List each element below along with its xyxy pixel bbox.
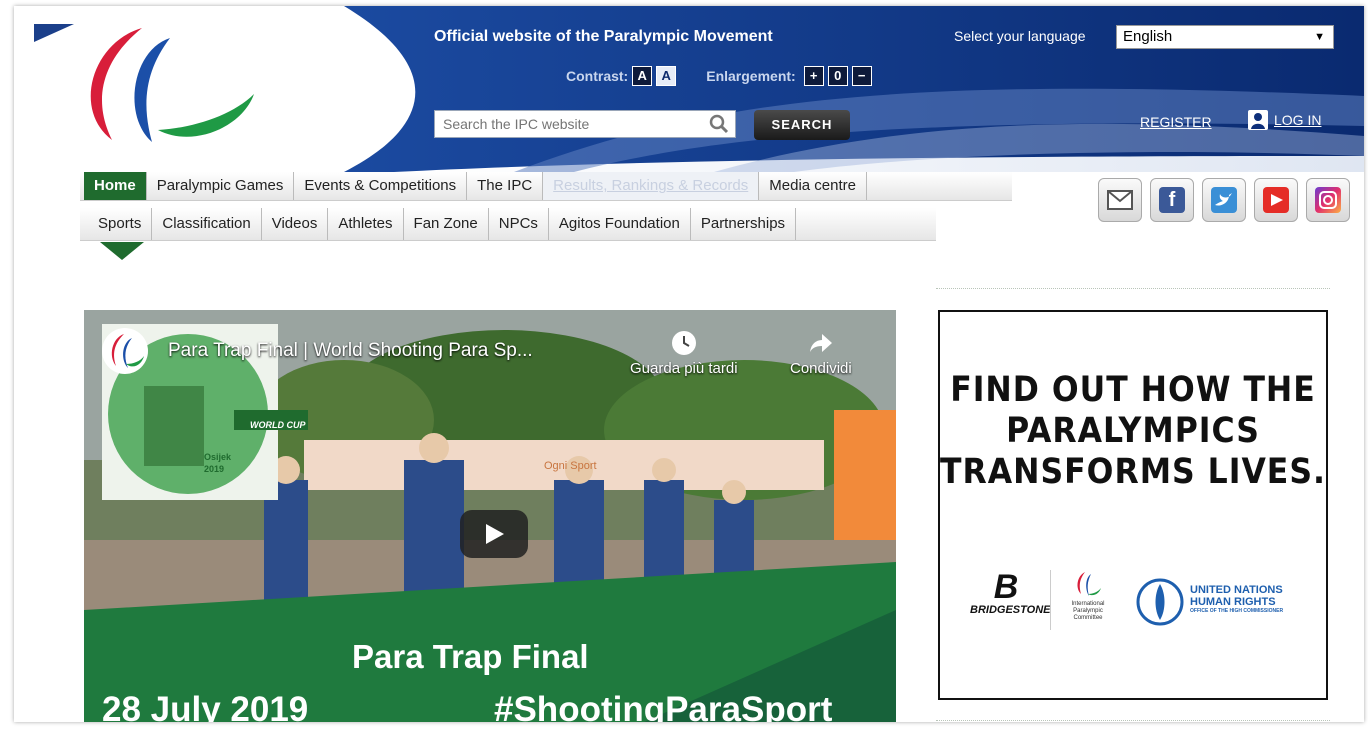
- thumb-world-cup-label: WORLD CUP: [250, 420, 306, 430]
- ad-line-1: FIND OUT HOW THE: [950, 370, 1316, 410]
- clock-icon: [671, 331, 696, 355]
- nav-item-videos[interactable]: Videos: [262, 208, 329, 240]
- nav-item-fan-zone[interactable]: Fan Zone: [404, 208, 489, 240]
- ipc-small-line-2: Paralympic: [1073, 608, 1103, 614]
- nav-item-paralympic-games[interactable]: Paralympic Games: [147, 172, 295, 200]
- nav-item-athletes[interactable]: Athletes: [328, 208, 404, 240]
- site-header: Official website of the Paralympic Movem…: [14, 6, 1364, 172]
- browser-page: Official website of the Paralympic Movem…: [14, 6, 1364, 722]
- accessibility-controls: Contrast: A A Enlargement: + 0 −: [566, 66, 872, 86]
- nav-item-events-competitions[interactable]: Events & Competitions: [294, 172, 468, 200]
- site-tagline: Official website of the Paralympic Movem…: [434, 28, 773, 45]
- ad-headline: FIND OUT HOW THE PARALYMPICS TRANSFORMS …: [940, 370, 1326, 493]
- un-line-1: UNITED NATIONS: [1190, 584, 1283, 596]
- search-box: [434, 110, 736, 138]
- thumb-city-label: Osijek: [204, 452, 232, 462]
- logo-divider: [1050, 570, 1051, 630]
- un-line-2: HUMAN RIGHTS: [1190, 596, 1276, 608]
- nav-item-agitos-foundation[interactable]: Agitos Foundation: [549, 208, 691, 240]
- nav-item-media-centre[interactable]: Media centre: [759, 172, 867, 200]
- instagram-icon[interactable]: [1306, 178, 1350, 222]
- watch-later-button[interactable]: Guarda più tardi: [630, 330, 738, 377]
- social-links: f: [1098, 178, 1350, 222]
- primary-nav: Home Paralympic Games Events & Competiti…: [84, 172, 867, 200]
- user-icon: [1248, 110, 1268, 130]
- ad-sponsor-logos: B BRIDGESTONE International Paralympic C…: [966, 570, 1306, 634]
- banner-sign-label: Ogni Sport: [544, 460, 597, 472]
- language-value: English: [1123, 28, 1173, 45]
- contrast-light-button[interactable]: A: [656, 66, 677, 86]
- video-overlay-hashtag: #ShootingParaSport: [494, 690, 833, 722]
- nav-item-partnerships[interactable]: Partnerships: [691, 208, 797, 240]
- nav-item-the-ipc[interactable]: The IPC: [467, 172, 544, 200]
- language-select[interactable]: English ▼: [1116, 25, 1334, 49]
- video-overlay-date: 28 July 2019: [102, 690, 309, 722]
- language-label: Select your language: [954, 28, 1086, 44]
- agitos-small-icon: [1077, 572, 1101, 596]
- video-title[interactable]: Para Trap Final | World Shooting Para Sp…: [168, 340, 533, 362]
- youtube-icon[interactable]: [1254, 178, 1298, 222]
- share-button[interactable]: Condividi: [790, 330, 852, 377]
- register-link[interactable]: REGISTER: [1140, 114, 1212, 130]
- enlarge-reset-button[interactable]: 0: [827, 66, 848, 86]
- bridgestone-b-icon: B: [993, 568, 1019, 606]
- contrast-dark-button[interactable]: A: [632, 66, 653, 86]
- chevron-down-icon: ▼: [1314, 31, 1325, 43]
- sidebar-divider-top: [936, 288, 1330, 289]
- video-overlay-title: Para Trap Final: [352, 638, 589, 675]
- nav-item-sports[interactable]: Sports: [88, 208, 153, 240]
- contrast-label: Contrast:: [566, 68, 629, 84]
- facebook-icon[interactable]: f: [1150, 178, 1194, 222]
- search-button[interactable]: SEARCH: [754, 110, 850, 140]
- nav-item-results-rankings-records[interactable]: Results, Rankings & Records: [543, 172, 760, 200]
- un-human-rights-icon: [1136, 578, 1184, 626]
- search-input[interactable]: [435, 111, 711, 137]
- enlarge-minus-button[interactable]: −: [851, 66, 872, 86]
- ipc-small-line-3: Committee: [1073, 615, 1103, 621]
- email-icon[interactable]: [1098, 178, 1142, 222]
- youtube-video-embed[interactable]: Para Trap Final | World Shooting Para Sp…: [84, 310, 896, 722]
- nav-item-npcs[interactable]: NPCs: [489, 208, 549, 240]
- enlargement-label: Enlargement:: [706, 68, 796, 84]
- ad-line-3: TRANSFORMS LIVES.: [940, 452, 1326, 492]
- watch-later-label: Guarda più tardi: [630, 360, 738, 377]
- share-label: Condividi: [790, 360, 852, 377]
- un-logo-text: UNITED NATIONS HUMAN RIGHTS OFFICE OF TH…: [1190, 584, 1283, 615]
- twitter-icon[interactable]: [1202, 178, 1246, 222]
- login-label: LOG IN: [1274, 112, 1322, 128]
- channel-avatar[interactable]: [102, 328, 148, 374]
- enlarge-plus-button[interactable]: +: [803, 66, 824, 86]
- share-icon: [809, 334, 832, 352]
- nav-item-classification[interactable]: Classification: [152, 208, 262, 240]
- ipc-agitos-logo[interactable]: [72, 20, 262, 150]
- play-button[interactable]: [460, 510, 528, 558]
- ad-line-2: PARALYMPICS: [1006, 411, 1260, 451]
- bridgestone-logo: B BRIDGESTONE: [970, 568, 1051, 616]
- advertisement-banner[interactable]: FIND OUT HOW THE PARALYMPICS TRANSFORMS …: [938, 310, 1328, 700]
- bridgestone-label: BRIDGESTONE: [970, 604, 1051, 616]
- sidebar-divider-bottom: [936, 720, 1330, 721]
- login-link[interactable]: LOG IN: [1248, 110, 1321, 130]
- search-icon[interactable]: [709, 114, 729, 134]
- secondary-nav: Sports Classification Videos Athletes Fa…: [88, 208, 797, 240]
- ipc-small-logo: International Paralympic Committee: [1058, 570, 1118, 622]
- un-line-3: OFFICE OF THE HIGH COMMISSIONER: [1190, 608, 1284, 614]
- thumb-year-label: 2019: [204, 464, 225, 474]
- nav-item-home[interactable]: Home: [84, 172, 147, 200]
- active-nav-indicator: [100, 242, 144, 260]
- ipc-small-line-1: International: [1071, 601, 1105, 607]
